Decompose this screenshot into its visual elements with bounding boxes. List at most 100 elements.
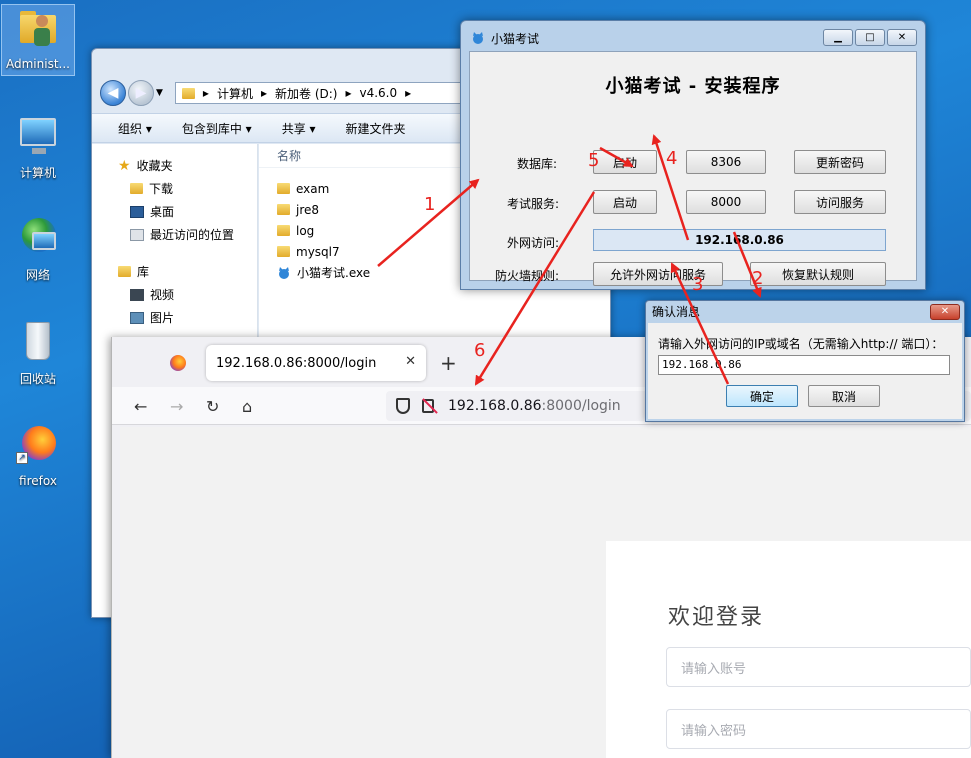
forward-button[interactable]: ▶ bbox=[128, 80, 154, 106]
breadcrumb-separator-icon: ▸ bbox=[202, 86, 209, 100]
folder-icon bbox=[277, 183, 290, 194]
insecure-lock-icon[interactable] bbox=[422, 399, 434, 413]
back-arrow-icon[interactable]: ← bbox=[134, 397, 147, 416]
url-path: :8000/login bbox=[541, 398, 621, 414]
history-dropdown-icon[interactable]: ▼ bbox=[156, 88, 163, 98]
network-icon bbox=[14, 214, 62, 262]
desktop-icon-label: firefox bbox=[19, 474, 57, 488]
file-name: mysql7 bbox=[296, 244, 340, 259]
dialog-cancel-button[interactable]: 取消 bbox=[808, 385, 880, 407]
cat-app-icon bbox=[279, 266, 289, 279]
close-icon: ✕ bbox=[897, 32, 907, 43]
service-port-field[interactable]: 8000 bbox=[686, 190, 766, 214]
installer-body: 小猫考试 - 安装程序 数据库: 启动 8306 更新密码 考试服务: 启动 8… bbox=[469, 51, 917, 286]
cat-app-icon bbox=[473, 32, 483, 44]
home-icon[interactable]: ⌂ bbox=[242, 397, 252, 416]
step-label-2: 2 bbox=[752, 268, 764, 289]
recent-places-icon bbox=[130, 228, 144, 241]
breadcrumb-separator-icon: ▸ bbox=[405, 86, 412, 100]
picture-icon bbox=[130, 311, 144, 324]
visit-service-button[interactable]: 访问服务 bbox=[794, 190, 886, 214]
step-label-4: 4 bbox=[666, 148, 678, 169]
tracking-protection-shield-icon[interactable] bbox=[396, 398, 410, 414]
plus-icon: + bbox=[440, 351, 457, 375]
breadcrumb-computer[interactable]: 计算机 bbox=[217, 85, 253, 102]
installer-window: 小猫考试 ▁ □ ✕ 小猫考试 - 安装程序 数据库: 启动 8306 更新密码… bbox=[460, 20, 926, 290]
nav-item-label: 图片 bbox=[150, 311, 175, 325]
nav-item-recent-places[interactable]: 最近访问的位置 bbox=[92, 223, 257, 246]
restore-default-rules-button[interactable]: 恢复默认规则 bbox=[750, 262, 886, 286]
nav-item-label: 桌面 bbox=[150, 205, 175, 219]
desktop-icon-firefox[interactable]: ↗ firefox bbox=[1, 422, 75, 488]
firefox-menu-icon[interactable] bbox=[170, 355, 186, 371]
breadcrumb-drive[interactable]: 新加卷 (D:) bbox=[275, 85, 337, 102]
back-button[interactable]: ◀ bbox=[100, 80, 126, 106]
page-content: 欢迎登录 请输入账号 请输入密码 bbox=[120, 427, 971, 758]
service-start-button[interactable]: 启动 bbox=[593, 190, 657, 214]
desktop-icon-network[interactable]: 网络 bbox=[1, 214, 75, 283]
dialog-ip-input[interactable]: 192.168.0.86 bbox=[658, 355, 950, 375]
library-icon bbox=[118, 266, 131, 277]
download-folder-icon bbox=[130, 183, 143, 194]
external-access-label: 外网访问: bbox=[507, 236, 560, 250]
forward-arrow-icon[interactable]: → bbox=[170, 397, 183, 416]
breadcrumb-version[interactable]: v4.6.0 bbox=[360, 86, 398, 100]
dialog-body: 请输入外网访问的IP或域名（无需输入http:// 端口）： 192.168.0… bbox=[648, 323, 962, 419]
step-label-3: 3 bbox=[692, 274, 704, 295]
installer-window-title: 小猫考试 bbox=[491, 31, 540, 46]
include-in-library-button[interactable]: 包含到库中 ▾ bbox=[182, 120, 252, 137]
confirm-dialog: 确认消息 ✕ 请输入外网访问的IP或域名（无需输入http:// 端口）： 19… bbox=[645, 300, 965, 422]
desktop-icon-administrator[interactable]: Administ... bbox=[1, 4, 75, 76]
nav-libraries-label: 库 bbox=[137, 265, 150, 279]
step-label-6: 6 bbox=[474, 340, 486, 361]
nav-item-downloads[interactable]: 下载 bbox=[92, 177, 257, 200]
recycle-bin-icon bbox=[14, 318, 62, 366]
back-arrow-icon: ◀ bbox=[107, 85, 119, 101]
nav-item-pictures[interactable]: 图片 bbox=[92, 306, 257, 329]
password-input[interactable]: 请输入密码 bbox=[666, 709, 971, 749]
folder-icon bbox=[277, 204, 290, 215]
minimize-icon: ▁ bbox=[834, 32, 842, 43]
forward-arrow-icon: ▶ bbox=[135, 85, 147, 101]
update-password-button[interactable]: 更新密码 bbox=[794, 150, 886, 174]
allow-external-access-button[interactable]: 允许外网访问服务 bbox=[593, 262, 723, 286]
dialog-ok-button[interactable]: 确定 bbox=[726, 385, 798, 407]
tab-title: 192.168.0.86:8000/login bbox=[216, 355, 377, 371]
nav-item-label: 下载 bbox=[149, 182, 174, 196]
new-tab-button[interactable]: + bbox=[440, 351, 457, 375]
maximize-button[interactable]: □ bbox=[855, 29, 885, 46]
desktop-icon-computer[interactable]: 计算机 bbox=[1, 112, 75, 181]
desktop-icon-label: 网络 bbox=[25, 268, 50, 282]
new-folder-button[interactable]: 新建文件夹 bbox=[346, 120, 406, 137]
nav-item-desktop[interactable]: 桌面 bbox=[92, 200, 257, 223]
tab-close-icon[interactable]: ✕ bbox=[405, 354, 416, 369]
nav-favorites-label: 收藏夹 bbox=[136, 159, 173, 173]
url-host: 192.168.0.86 bbox=[448, 398, 542, 414]
reload-icon[interactable]: ↻ bbox=[206, 397, 219, 416]
tab-login[interactable]: 192.168.0.86:8000/login ✕ bbox=[206, 345, 426, 381]
dialog-close-button[interactable]: ✕ bbox=[930, 304, 960, 320]
database-port-field[interactable]: 8306 bbox=[686, 150, 766, 174]
star-icon: ★ bbox=[118, 157, 131, 174]
exam-service-label: 考试服务: bbox=[507, 197, 560, 211]
desktop-icon-recycle-bin[interactable]: 回收站 bbox=[1, 318, 75, 387]
step-label-1: 1 bbox=[424, 194, 436, 215]
organize-button[interactable]: 组织 ▾ bbox=[118, 120, 152, 137]
nav-item-videos[interactable]: 视频 bbox=[92, 283, 257, 306]
nav-favorites[interactable]: ★ 收藏夹 bbox=[92, 154, 257, 177]
nav-libraries[interactable]: 库 bbox=[92, 260, 257, 283]
database-label: 数据库: bbox=[517, 157, 558, 171]
desktop-icon-label: 回收站 bbox=[19, 372, 56, 386]
close-button[interactable]: ✕ bbox=[887, 29, 917, 46]
share-button[interactable]: 共享 ▾ bbox=[282, 120, 316, 137]
folder-icon bbox=[181, 87, 195, 99]
dialog-prompt: 请输入外网访问的IP或域名（无需输入http:// 端口）： bbox=[658, 337, 944, 351]
external-ip-field[interactable]: 192.168.0.86 bbox=[593, 229, 886, 251]
file-name: exam bbox=[296, 181, 330, 196]
maximize-icon: □ bbox=[865, 32, 875, 43]
username-input[interactable]: 请输入账号 bbox=[666, 647, 971, 687]
database-start-button[interactable]: 启动 bbox=[593, 150, 657, 174]
nav-item-label: 视频 bbox=[150, 288, 175, 302]
minimize-button[interactable]: ▁ bbox=[823, 29, 853, 46]
video-icon bbox=[130, 288, 144, 301]
